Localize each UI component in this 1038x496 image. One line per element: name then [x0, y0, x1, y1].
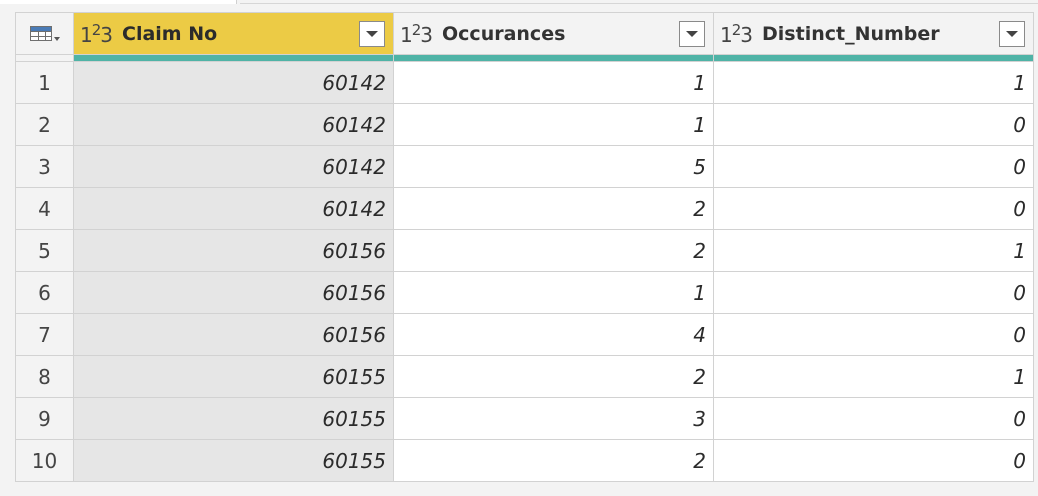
cell-claim-no[interactable]: 60156	[73, 229, 394, 272]
table-row: 5 60156 2 1	[15, 229, 1034, 272]
row-index[interactable]: 5	[15, 229, 74, 272]
table-grid-icon	[29, 26, 52, 41]
chevron-down-icon	[366, 30, 378, 37]
table-row: 9 60155 3 0	[15, 397, 1034, 440]
column-filter-dropdown-button[interactable]	[359, 20, 385, 47]
row-index[interactable]: 8	[15, 355, 74, 398]
column-header-distinct-number[interactable]: 123 Distinct_Number	[713, 12, 1034, 55]
row-index[interactable]: 2	[15, 103, 74, 146]
column-header-label: Distinct_Number	[762, 22, 940, 45]
column-quality-bar[interactable]	[713, 54, 1034, 62]
cell-occurances[interactable]: 2	[393, 229, 714, 272]
row-index[interactable]: 4	[15, 187, 74, 230]
row-index[interactable]: 9	[15, 397, 74, 440]
row-index[interactable]: 10	[15, 439, 74, 482]
cell-claim-no[interactable]: 60142	[73, 103, 394, 146]
cell-occurances[interactable]: 1	[393, 61, 714, 104]
cell-distinct-number[interactable]: 0	[713, 439, 1034, 482]
whole-number-type-icon[interactable]: 123	[720, 21, 753, 47]
cell-claim-no[interactable]: 60156	[73, 271, 394, 314]
row-index[interactable]: 7	[15, 313, 74, 356]
table-menu-button[interactable]	[15, 12, 74, 55]
cell-occurances[interactable]: 1	[393, 271, 714, 314]
cell-claim-no[interactable]: 60142	[73, 145, 394, 188]
column-quality-row	[15, 54, 1034, 62]
quality-spacer	[15, 54, 74, 62]
cell-occurances[interactable]: 5	[393, 145, 714, 188]
whole-number-type-icon[interactable]: 123	[400, 21, 433, 47]
cell-claim-no[interactable]: 60155	[73, 439, 394, 482]
table-row: 10 60155 2 0	[15, 439, 1034, 482]
cell-distinct-number[interactable]: 1	[713, 229, 1034, 272]
cell-distinct-number[interactable]: 0	[713, 145, 1034, 188]
tab-strip-line	[240, 3, 1038, 4]
chevron-down-icon	[1006, 30, 1018, 37]
cell-claim-no[interactable]: 60155	[73, 355, 394, 398]
table-row: 3 60142 5 0	[15, 145, 1034, 188]
table-row: 1 60142 1 1	[15, 61, 1034, 104]
grid-body: 1 60142 1 1 2 60142 1 0 3 60142 5 0 4 60…	[15, 61, 1034, 482]
header-row: 123 Claim No 123 Occurances 123 Distinct…	[15, 12, 1034, 55]
cell-distinct-number[interactable]: 0	[713, 397, 1034, 440]
whole-number-type-icon[interactable]: 123	[80, 21, 113, 47]
cell-distinct-number[interactable]: 0	[713, 271, 1034, 314]
chevron-down-icon	[686, 30, 698, 37]
row-index[interactable]: 6	[15, 271, 74, 314]
cell-distinct-number[interactable]: 0	[713, 187, 1034, 230]
table-row: 6 60156 1 0	[15, 271, 1034, 314]
cell-distinct-number[interactable]: 1	[713, 355, 1034, 398]
row-index[interactable]: 1	[15, 61, 74, 104]
caret-down-icon	[53, 36, 60, 41]
cell-distinct-number[interactable]: 0	[713, 313, 1034, 356]
column-filter-dropdown-button[interactable]	[679, 20, 705, 47]
table-row: 8 60155 2 1	[15, 355, 1034, 398]
column-header-label: Occurances	[442, 22, 566, 45]
row-index[interactable]: 3	[15, 145, 74, 188]
table-row: 4 60142 2 0	[15, 187, 1034, 230]
cell-distinct-number[interactable]: 1	[713, 61, 1034, 104]
column-quality-bar[interactable]	[393, 54, 714, 62]
cell-distinct-number[interactable]: 0	[713, 103, 1034, 146]
cell-occurances[interactable]: 2	[393, 355, 714, 398]
column-quality-bar[interactable]	[73, 54, 394, 62]
cell-occurances[interactable]: 1	[393, 103, 714, 146]
column-header-label: Claim No	[122, 22, 218, 45]
column-filter-dropdown-button[interactable]	[999, 20, 1025, 47]
cell-occurances[interactable]: 2	[393, 439, 714, 482]
cell-claim-no[interactable]: 60142	[73, 61, 394, 104]
column-header-occurances[interactable]: 123 Occurances	[393, 12, 714, 55]
column-header-claim-no[interactable]: 123 Claim No	[73, 12, 394, 55]
cell-occurances[interactable]: 4	[393, 313, 714, 356]
cell-claim-no[interactable]: 60142	[73, 187, 394, 230]
table-row: 2 60142 1 0	[15, 103, 1034, 146]
data-preview-grid: 123 Claim No 123 Occurances 123 Distinct…	[15, 12, 1034, 482]
cell-claim-no[interactable]: 60155	[73, 397, 394, 440]
cell-claim-no[interactable]: 60156	[73, 313, 394, 356]
table-row: 7 60156 4 0	[15, 313, 1034, 356]
cell-occurances[interactable]: 2	[393, 187, 714, 230]
query-tab[interactable]	[0, 0, 237, 4]
query-editor-frame: 123 Claim No 123 Occurances 123 Distinct…	[0, 0, 1038, 496]
cell-occurances[interactable]: 3	[393, 397, 714, 440]
